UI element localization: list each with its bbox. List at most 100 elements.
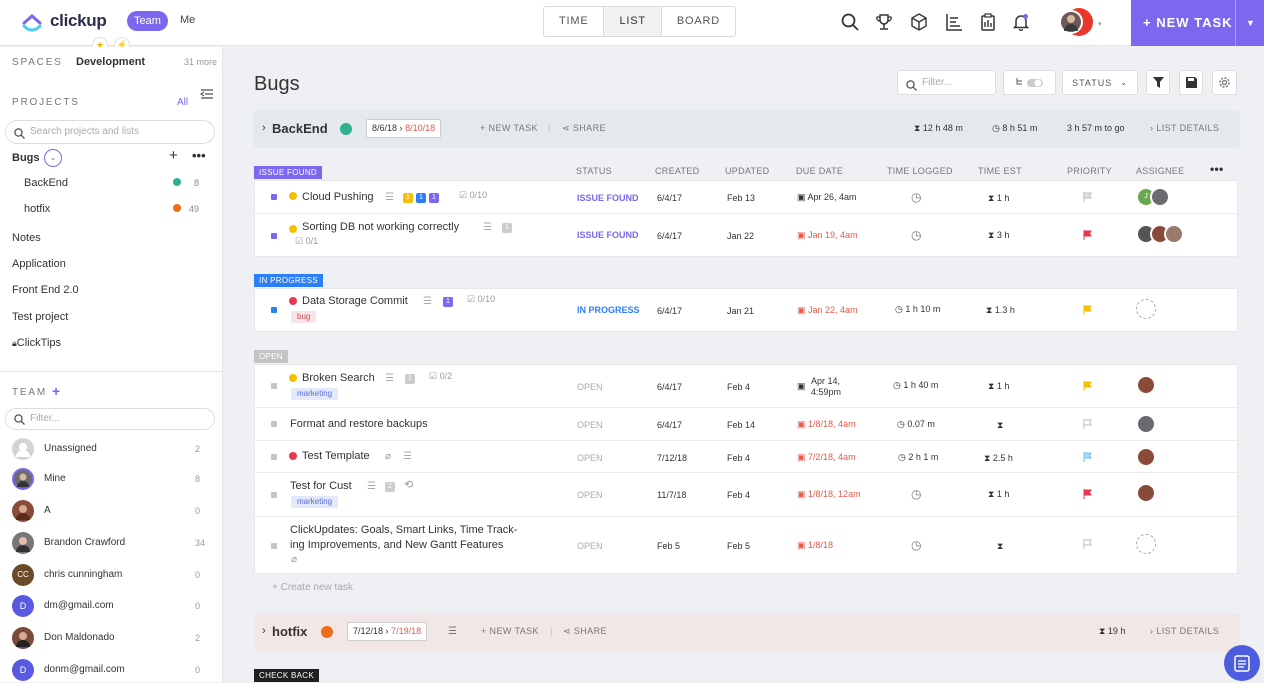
- subtasks-toggle[interactable]: [1003, 70, 1056, 95]
- group-date-range[interactable]: 8/6/18 › 8/10/18: [366, 119, 442, 138]
- status-square[interactable]: [271, 383, 277, 389]
- status-section-in-progress[interactable]: IN PROGRESS: [254, 274, 323, 287]
- team-member-mine[interactable]: Mine 8: [12, 468, 212, 492]
- task-due-date[interactable]: ▣ 1/8/18: [797, 540, 833, 551]
- flag-icon[interactable]: [1083, 539, 1093, 549]
- col-created[interactable]: CREATED: [655, 166, 699, 176]
- flag-icon[interactable]: [1083, 192, 1093, 202]
- project-clicktips[interactable]: 🔒︎ClickTips: [12, 337, 61, 349]
- flag-icon[interactable]: [1083, 305, 1093, 315]
- col-assignee[interactable]: ASSIGNEE: [1136, 166, 1184, 176]
- table-row[interactable]: Test for Cust ☰ 2 ⟲ marketing OPEN 11/7/…: [255, 473, 1239, 517]
- chevron-down-icon[interactable]: ⌄: [44, 149, 62, 167]
- status-square[interactable]: [271, 307, 277, 313]
- team-member-donm[interactable]: D donm@gmail.com 0: [12, 659, 212, 683]
- group-list-details[interactable]: › LIST DETAILS: [1150, 626, 1219, 636]
- table-row[interactable]: Broken Search ☰ 1 ☑ 0/2 marketing OPEN 6…: [255, 365, 1239, 408]
- task-name[interactable]: Sorting DB not working correctly: [302, 221, 459, 233]
- task-time-logged[interactable]: ◷ 1 h 10 m: [895, 304, 940, 315]
- cube-icon[interactable]: [908, 11, 930, 33]
- more-spaces-link[interactable]: 31 more: [184, 57, 217, 67]
- team-member-dm[interactable]: D dm@gmail.com 0: [12, 595, 212, 619]
- task-time-logged[interactable]: ◷ 2 h 1 m: [898, 452, 938, 463]
- status-section-check-back[interactable]: CHECK BACK: [254, 669, 320, 682]
- new-task-button[interactable]: + NEW TASK ▼: [1131, 0, 1264, 46]
- status-square[interactable]: [271, 233, 277, 239]
- team-member-chris[interactable]: CC chris cunningham 0: [12, 564, 212, 588]
- col-status[interactable]: STATUS: [576, 166, 612, 176]
- status-section-issue-found[interactable]: ISSUE FOUND: [254, 166, 322, 179]
- timer-icon[interactable]: ◷: [911, 538, 921, 552]
- group-new-task[interactable]: + NEW TASK: [481, 626, 539, 636]
- task-name-line1[interactable]: ClickUpdates: Goals, Smart Links, Time T…: [290, 524, 517, 536]
- task-time-est[interactable]: ⧗ 1.3 h: [986, 305, 1015, 316]
- task-time-est[interactable]: ⧗ 3 h: [988, 230, 1009, 241]
- assignee-avatar[interactable]: [1136, 447, 1156, 467]
- timer-icon[interactable]: ◷: [911, 487, 921, 501]
- task-name[interactable]: Broken Search: [302, 372, 375, 384]
- group-new-task[interactable]: + NEW TASK: [480, 123, 538, 133]
- project-test[interactable]: Test project: [12, 311, 68, 323]
- timer-icon[interactable]: ◷: [911, 190, 921, 204]
- clipboard-icon[interactable]: [977, 11, 999, 33]
- project-bugs[interactable]: Bugs: [12, 152, 40, 164]
- col-time-logged[interactable]: TIME LOGGED: [887, 166, 953, 176]
- col-due-date[interactable]: DUE DATE: [796, 166, 843, 176]
- col-priority[interactable]: PRIORITY: [1067, 166, 1112, 176]
- assignee-avatar[interactable]: [1136, 414, 1156, 434]
- chevron-down-icon[interactable]: ▼: [1246, 0, 1256, 46]
- project-front-end[interactable]: Front End 2.0: [12, 284, 79, 296]
- status-square[interactable]: [271, 454, 277, 460]
- notepad-button[interactable]: [1224, 645, 1260, 681]
- timer-icon[interactable]: ◷: [911, 228, 921, 242]
- task-time-logged[interactable]: ◷ 0.07 m: [897, 419, 935, 430]
- team-member-don[interactable]: Don Maldonado 2: [12, 627, 212, 651]
- column-options-icon[interactable]: •••: [1210, 162, 1224, 176]
- col-time-est[interactable]: TIME EST: [978, 166, 1022, 176]
- chart-icon[interactable]: [943, 11, 965, 33]
- table-row[interactable]: ClickUpdates: Goals, Smart Links, Time T…: [255, 517, 1239, 574]
- task-status[interactable]: OPEN: [577, 453, 603, 463]
- user-avatar[interactable]: ▾: [1057, 6, 1102, 38]
- status-dropdown[interactable]: STATUS ⌄: [1062, 70, 1138, 95]
- task-due-date[interactable]: ▣ 1/8/18, 12am: [797, 489, 861, 500]
- filter-icon[interactable]: [1146, 70, 1170, 95]
- hourglass-icon[interactable]: ⧗: [997, 420, 1003, 431]
- task-time-est[interactable]: ⧗ 1 h: [988, 381, 1009, 392]
- col-updated[interactable]: UPDATED: [725, 166, 769, 176]
- task-due-date-line2[interactable]: 4:59pm: [811, 387, 841, 397]
- description-icon[interactable]: ☰: [448, 626, 457, 637]
- gear-icon[interactable]: [1212, 70, 1237, 95]
- task-tag[interactable]: marketing: [291, 496, 339, 508]
- task-status[interactable]: OPEN: [577, 382, 603, 392]
- task-due-date[interactable]: ▣ Jan 22, 4am: [797, 305, 858, 316]
- group-date-range[interactable]: 7/12/18 › 7/19/18: [347, 622, 428, 641]
- list-item-backend[interactable]: BackEnd: [24, 177, 68, 189]
- list-item-hotfix[interactable]: hotfix: [24, 203, 50, 215]
- assignee-avatar[interactable]: [1164, 224, 1184, 244]
- flag-icon[interactable]: [1083, 381, 1093, 391]
- team-member-brandon[interactable]: Brandon Crawford 34: [12, 532, 212, 556]
- status-square[interactable]: [271, 543, 277, 549]
- table-row[interactable]: Sorting DB not working correctly ☰ 1 ☑ 0…: [255, 214, 1239, 257]
- team-member-a[interactable]: A 0: [12, 500, 212, 524]
- task-time-est[interactable]: ⧗ 1 h: [988, 489, 1009, 500]
- status-square[interactable]: [271, 492, 277, 498]
- task-tag[interactable]: marketing: [291, 388, 339, 400]
- flag-icon[interactable]: [1083, 489, 1093, 499]
- flag-icon[interactable]: [1083, 230, 1093, 240]
- status-square[interactable]: [271, 421, 277, 427]
- group-name[interactable]: hotfix: [272, 624, 307, 639]
- assignee-avatar[interactable]: [1136, 483, 1156, 503]
- group-share[interactable]: ⋖ SHARE: [562, 123, 606, 134]
- save-icon[interactable]: [1179, 70, 1203, 95]
- task-status[interactable]: ISSUE FOUND: [577, 230, 639, 240]
- add-assignee-icon[interactable]: [1136, 534, 1156, 554]
- bell-icon[interactable]: [1010, 11, 1032, 33]
- project-search-input[interactable]: Search projects and lists: [5, 120, 215, 144]
- task-name[interactable]: Data Storage Commit: [302, 295, 408, 307]
- table-row[interactable]: Test Template ⌀ ☰ OPEN 7/12/18 Feb 4 ▣ 7…: [255, 441, 1239, 473]
- task-name[interactable]: Test Template: [302, 450, 370, 462]
- task-due-date[interactable]: ▣ 7/2/18, 4am: [797, 452, 856, 463]
- project-notes[interactable]: Notes: [12, 232, 41, 244]
